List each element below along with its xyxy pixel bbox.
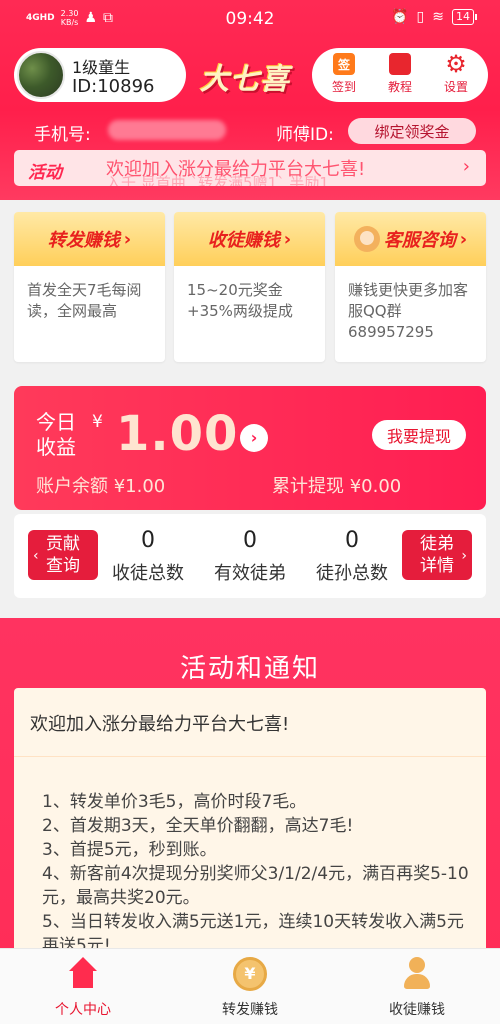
- stat-value: 0: [243, 528, 257, 553]
- tab-label: 转发赚钱: [222, 1002, 278, 1018]
- checkin-label: 签到: [331, 80, 356, 94]
- card-title: 收徒赚钱: [207, 230, 280, 251]
- brand-logo: 大七喜: [200, 62, 291, 96]
- withdraw-button[interactable]: 我要提现: [372, 420, 466, 450]
- bind-reward-button[interactable]: 绑定领奖金: [348, 118, 476, 144]
- stat-label: 徒孙总数: [316, 563, 388, 584]
- today-earnings-label-line1: 今日: [36, 410, 76, 434]
- settings-label: 设置: [443, 80, 468, 94]
- tab-share-earn[interactable]: ¥ 转发赚钱: [167, 957, 333, 1019]
- avatar[interactable]: [17, 51, 65, 99]
- total-withdrawn: 累计提现 ¥0.00: [272, 476, 402, 497]
- feature-cards: 转发赚钱 › 首发全天7毛每阅读，全网最高 收徒赚钱 › 15~20元奖金+35…: [14, 212, 486, 362]
- account-balance: 账户余额 ¥1.00: [36, 476, 166, 497]
- alarm-icon: ⏰: [391, 9, 409, 25]
- header: 4GHD 2.30 KB/s ♟ ⧉ 09:42 ⏰ ▯ ≋ 14 1级童生 I…: [0, 0, 500, 200]
- card-header: 转发赚钱 ›: [14, 212, 165, 266]
- activity-welcome: 欢迎加入涨分最给力平台大七喜!: [30, 714, 290, 735]
- phone-number-masked: [108, 120, 226, 140]
- user-profile-pill[interactable]: 1级童生 ID:10896: [14, 48, 186, 102]
- apprentice-details-button[interactable]: › 徒弟 详情: [402, 530, 472, 580]
- tutorial-button[interactable]: 教程: [372, 53, 428, 95]
- chevron-right-icon: ›: [462, 156, 470, 177]
- chevron-right-icon: ›: [459, 228, 468, 250]
- notice-bar[interactable]: 活动 入千,显首曲 `转发满5赠1` 半励1 欢迎加入涨分最给力平台大七喜! ›: [14, 150, 486, 186]
- master-id-label: 师傅ID:: [276, 125, 334, 145]
- card-header: 客服咨询 ›: [335, 212, 486, 266]
- today-earnings-amount: 1.00: [116, 406, 239, 462]
- card-share-earn[interactable]: 转发赚钱 › 首发全天7毛每阅读，全网最高: [14, 212, 165, 362]
- chevron-right-icon: ›: [461, 548, 467, 564]
- home-icon: [66, 957, 100, 991]
- card-body: 15~20元奖金+35%两级提成: [187, 281, 293, 320]
- activity-content: 欢迎加入涨分最给力平台大七喜! 1、转发单价3毛5，高价时段7毛。 2、首发期3…: [14, 688, 486, 958]
- user-level: 1级童生: [72, 58, 131, 77]
- tab-label: 收徒赚钱: [389, 1002, 445, 1018]
- activity-rules-list: 1、转发单价3毛5，高价时段7毛。 2、首发期3天，全天单价翻翻，高达7毛! 3…: [42, 790, 474, 958]
- gear-icon: ⚙: [445, 50, 467, 78]
- phone-label: 手机号:: [34, 125, 91, 145]
- chevron-circle-right-icon[interactable]: ›: [240, 424, 268, 452]
- wifi-icon: ≋: [432, 9, 444, 25]
- activity-section: 活动和通知 欢迎加入涨分最给力平台大七喜! 1、转发单价3毛5，高价时段7毛。 …: [0, 618, 500, 958]
- stat-value: 0: [141, 528, 155, 553]
- tutorial-label: 教程: [387, 80, 412, 94]
- book-icon: [389, 53, 411, 75]
- checkin-icon: 签: [333, 53, 355, 75]
- settings-button[interactable]: ⚙ 设置: [428, 50, 484, 95]
- checkin-button[interactable]: 签 签到: [316, 53, 372, 95]
- contribution-query-button[interactable]: ‹ 贡献 查询: [28, 530, 98, 580]
- status-right: ⏰ ▯ ≋ 14: [391, 9, 477, 25]
- notice-text: 欢迎加入涨分最给力平台大七喜!: [106, 159, 366, 180]
- tab-label: 个人中心: [55, 1002, 111, 1018]
- tab-personal-center[interactable]: 个人中心: [0, 957, 166, 1019]
- battery-icon: 14: [452, 9, 477, 25]
- chevron-right-icon: ›: [123, 228, 132, 250]
- stat-label: 有效徒弟: [214, 563, 286, 584]
- tools-pill: 签 签到 教程 ⚙ 设置: [312, 48, 488, 102]
- status-bar: 4GHD 2.30 KB/s ♟ ⧉ 09:42 ⏰ ▯ ≋ 14: [0, 0, 500, 36]
- earnings-panel: 今日 收益 ¥ 1.00 › 我要提现 账户余额 ¥1.00 累计提现 ¥0.0…: [14, 386, 486, 510]
- today-earnings-label: 今日 收益: [36, 410, 76, 460]
- card-header: 收徒赚钱 ›: [174, 212, 325, 266]
- list-item: 2、首发期3天，全天单价翻翻，高达7毛!: [42, 816, 354, 836]
- currency-symbol: ¥: [92, 412, 103, 432]
- list-item: 4、新客前4次提现分别奖师父3/1/2/4元，满百再奖5-10元，最高共奖20元…: [42, 864, 469, 908]
- divider: [14, 756, 486, 757]
- customer-service-icon: [353, 226, 380, 252]
- activity-title: 活动和通知: [179, 654, 320, 684]
- stat-label: 收徒总数: [112, 563, 184, 584]
- stat-valid-apprentices: 0 有效徒弟: [200, 528, 300, 585]
- recruit-stats: ‹ 贡献 查询 0 收徒总数 0 有效徒弟 0 徒孙总数 › 徒弟 详情: [14, 514, 486, 598]
- card-recruit-earn[interactable]: 收徒赚钱 › 15~20元奖金+35%两级提成: [174, 212, 325, 362]
- notice-tag: 活动: [28, 163, 62, 183]
- stat-total-grand-apprentices: 0 徒孙总数: [302, 528, 402, 585]
- card-body: 首发全天7毛每阅读，全网最高: [27, 281, 142, 320]
- chevron-right-icon: ›: [283, 228, 292, 250]
- user-id: ID:10896: [72, 76, 155, 97]
- bottom-tab-bar: 个人中心 ¥ 转发赚钱 收徒赚钱: [0, 948, 500, 1024]
- list-item: 1、转发单价3毛5，高价时段7毛。: [42, 792, 307, 812]
- today-earnings-label-line2: 收益: [36, 435, 76, 459]
- card-title: 转发赚钱: [47, 230, 120, 251]
- card-body: 赚钱更快更多加客服QQ群689957295: [348, 281, 469, 341]
- tab-recruit-earn[interactable]: 收徒赚钱: [334, 957, 500, 1019]
- chevron-left-icon: ‹: [33, 548, 39, 564]
- coin-icon: ¥: [233, 957, 267, 991]
- stat-value: 0: [345, 528, 359, 553]
- vibrate-icon: ▯: [416, 9, 425, 25]
- card-title: 客服咨询: [383, 230, 456, 251]
- stat-total-apprentices: 0 收徒总数: [98, 528, 198, 585]
- card-customer-service[interactable]: 客服咨询 › 赚钱更快更多加客服QQ群689957295: [335, 212, 486, 362]
- person-icon: [400, 957, 434, 991]
- list-item: 3、首提5元，秒到账。: [42, 840, 217, 860]
